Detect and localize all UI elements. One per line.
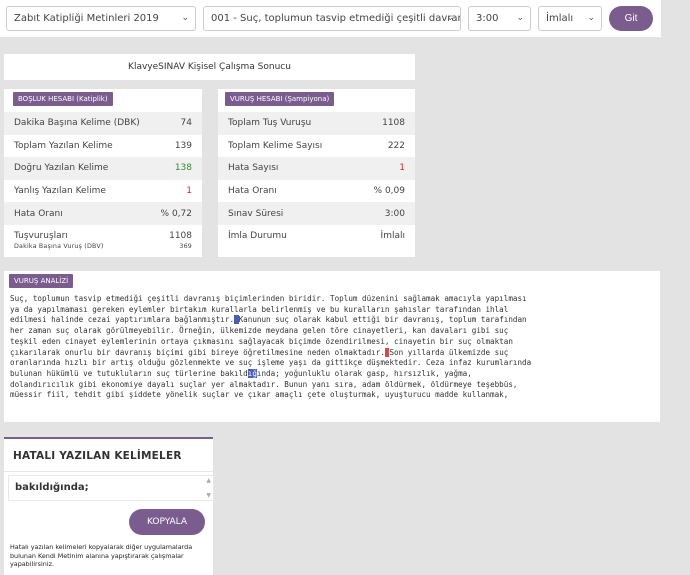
analysis-line: ında; yoğunluklu olarak gasp, hırsızlık,… [256,368,472,378]
wrong-words-note: Hatalı yazılan kelimeleri kopyalarak diğ… [10,543,193,568]
analysis-panel-badge: VURUŞ ANALİZİ [9,274,74,288]
stat-value: İmlalı [380,231,405,242]
spacing-calculation-panel: BOŞLUK HESABI (Katiplik) Dakika Başına K… [4,89,202,257]
stat-value: 138 [174,163,192,174]
analysis-line: çıkarılarak onurlu bir davranış biçimi g… [10,347,385,357]
chevron-down-icon: ⌄ [587,13,595,23]
stat-row-dbk: Dakika Başına Kelime (DBK) 74 [4,112,202,135]
stat-row-exam-duration: Sınav Süresi 3:00 [218,202,415,225]
stat-value: 1108 [169,230,192,241]
stat-label: Dakika Başına Vuruş (DBV) [14,243,104,251]
divider [4,471,213,472]
stat-row-correct-words: Doğru Yazılan Kelime 138 [4,157,202,180]
result-title: KlavyeSINAV Kişisel Çalışma Sonucu [4,54,415,80]
stat-row-spelling-mode: İmla Durumu İmlalı [218,225,415,248]
wrong-words-title: HATALI YAZILAN KELİMELER [13,450,182,462]
stat-value: 1 [186,186,192,197]
mode-select-value: İmlalı [546,13,574,24]
stat-label: Doğru Yazılan Kelime [14,163,109,174]
analysis-text: Suç, toplumun tasvip etmediği çeşitli da… [10,294,658,401]
copy-button[interactable]: KOPYALA [129,509,205,535]
analysis-line: edilmesi halinde cezai yaptırımlara bağl… [10,315,235,325]
stat-value: 369 [179,243,192,251]
analysis-line: oranlarında hızlı bir artış olduğu gözle… [10,358,532,368]
stat-label: Hata Oranı [228,186,277,197]
time-select-value: 3:00 [476,13,499,24]
text-set-select[interactable]: Zabıt Katipliği Metinleri 2019 ⌄ [6,6,196,31]
keystroke-analysis-panel: VURUŞ ANALİZİ Suç, toplumun tasvip etmed… [4,271,660,422]
spacing-panel-badge: BOŞLUK HESABI (Katiplik) [13,92,113,106]
go-button[interactable]: Git [609,6,653,31]
scroll-down-icon[interactable]: ▼ [206,492,211,499]
wrong-words-panel: HATALI YAZILAN KELİMELER bakıldığında; ▲… [4,437,214,575]
stat-row-dbv: Dakika Başına Vuruş (DBV) 369 [4,241,202,253]
stat-value: % 0,09 [373,186,405,197]
stat-label: Sınav Süresi [228,208,284,219]
analysis-line: müessir fiil, tehdit gibi şiddete yöneli… [10,390,509,400]
time-select[interactable]: 3:00 ⌄ [468,6,531,31]
passage-select-value: 001 - Suç, toplumun tasvip etmediği çeşi… [211,13,461,24]
keystroke-panel-badge: VURUŞ HESABI (Şampiyona) [225,92,335,106]
wrong-words-textarea[interactable]: bakıldığında; ▲ ▼ [8,475,214,501]
wrong-word-value: bakıldığında; [15,482,89,493]
keystroke-calculation-panel: VURUŞ HESABI (Şampiyona) Toplam Tuş Vuru… [218,89,415,257]
stat-label: Toplam Kelime Sayısı [228,140,323,151]
stat-row-error-rate: Hata Oranı % 0,72 [4,202,202,225]
analysis-line: bulunan hükümlü ve tutukluların suç türl… [10,368,248,378]
analysis-line: Son yıllarda ülkemizde suç [389,347,509,357]
stat-value: 222 [387,140,405,151]
stat-label: İmla Durumu [228,231,287,242]
stat-label: Toplam Tuş Vuruşu [228,118,312,129]
analysis-line: Suç, toplumun tasvip etmediği çeşitli da… [10,294,527,303]
stat-value: 139 [174,140,192,151]
text-set-select-value: Zabıt Katipliği Metinleri 2019 [14,13,159,24]
wrong-chars-highlight: ığ [247,368,257,378]
analysis-line: Kanunun suç olarak kabul ettiği bir davr… [238,315,527,325]
stat-row-wrong-words: Yanlış Yazılan Kelime 1 [4,180,202,203]
stat-value: 3:00 [384,208,405,219]
stat-label: Yanlış Yazılan Kelime [14,186,106,197]
stat-row-total-words: Toplam Yazılan Kelime 139 [4,135,202,158]
analysis-line: teşkil eden cinayet eylemlerinin ortaya … [10,336,513,346]
analysis-line: dolandırıcılık gibi ekonomiye dayalı suç… [10,379,518,389]
stat-label: Toplam Yazılan Kelime [14,140,113,151]
stat-value: 1108 [382,118,405,129]
stat-label: Hata Oranı [14,208,63,219]
scroll-up-icon[interactable]: ▲ [206,477,211,484]
stat-row-keystrokes: Tuşvuruşları 1108 [4,225,202,241]
chevron-down-icon: ⌄ [516,13,524,23]
analysis-line: ya da yapılmaması gereken eylemler birta… [10,304,509,314]
stat-label: Dakika Başına Kelime (DBK) [14,118,140,129]
stat-row-total-keystrokes: Toplam Tuş Vuruşu 1108 [218,112,415,135]
chevron-down-icon: ⌄ [181,13,189,23]
stat-value: 74 [180,118,192,129]
stat-label: Tuşvuruşları [14,230,68,241]
stat-row-error-rate: Hata Oranı % 0,09 [218,180,415,203]
analysis-line: her zaman suç olarak görülmeyebilir. Örn… [10,326,509,336]
toolbar: Zabıt Katipliği Metinleri 2019 ⌄ 001 - S… [0,0,661,37]
passage-select[interactable]: 001 - Suç, toplumun tasvip etmediği çeşi… [203,6,461,31]
stat-value: % 0,72 [160,208,192,219]
stat-label: Hata Sayısı [228,163,279,174]
stat-value: 1 [399,163,405,174]
mode-select[interactable]: İmlalı ⌄ [538,6,602,31]
chevron-down-icon: ⌄ [446,13,454,23]
stat-row-error-count: Hata Sayısı 1 [218,157,415,180]
stat-row-total-word-count: Toplam Kelime Sayısı 222 [218,135,415,158]
